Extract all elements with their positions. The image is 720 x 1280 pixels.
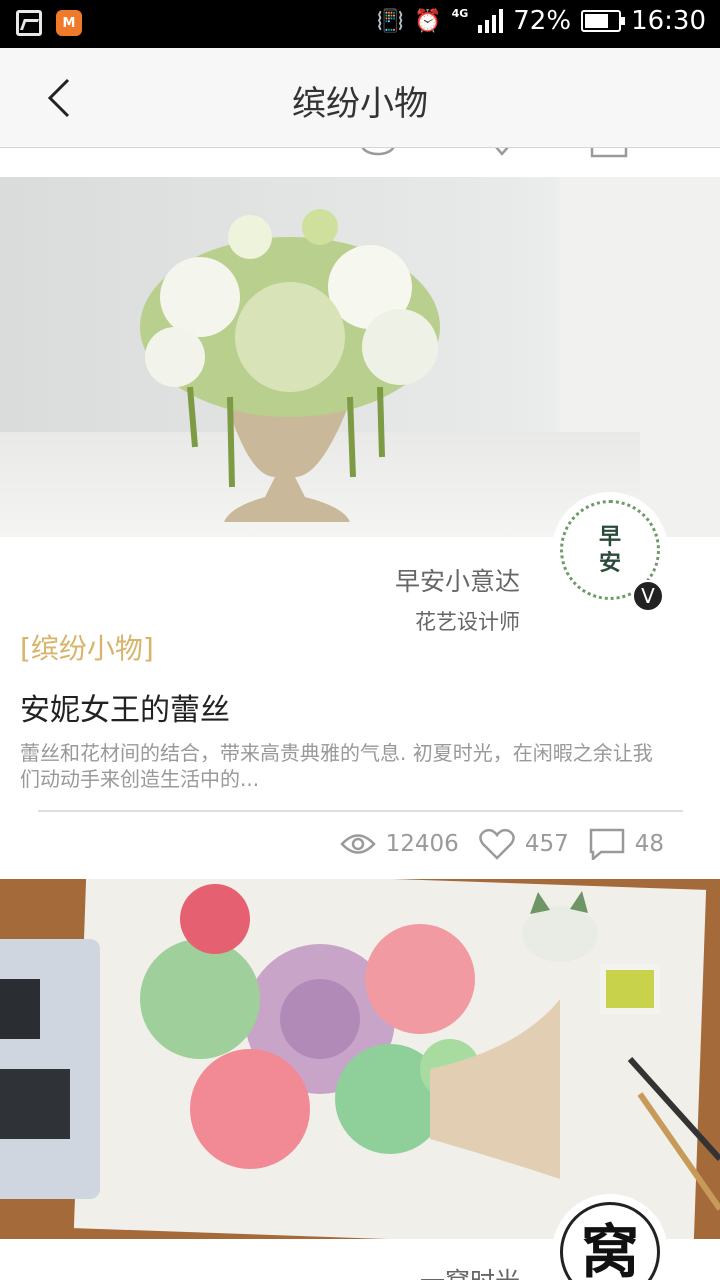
avatar-text: 窝 xyxy=(580,1218,639,1280)
comment-button[interactable]: 48 xyxy=(589,828,664,860)
author-role: 花艺设计师 xyxy=(415,610,520,634)
gallery-icon xyxy=(16,10,42,36)
status-bar: M 📳 ⏰ 4G 72% 16:30 xyxy=(0,0,720,48)
network-type: 4G xyxy=(451,6,469,20)
article-title[interactable]: 安妮女王的蕾丝 xyxy=(20,685,230,729)
comment-icon xyxy=(589,828,624,860)
heart-icon xyxy=(479,828,515,860)
top-app-bar: 缤纷小物 xyxy=(0,48,720,148)
flower-vase-image xyxy=(0,177,720,537)
article-cover-image[interactable] xyxy=(0,879,720,1239)
author-info[interactable]: 一窝时光 xyxy=(420,1262,520,1280)
battery-icon xyxy=(581,10,626,32)
author-name: 早安小意达 xyxy=(394,567,520,596)
view-count-label: 12406 xyxy=(385,831,459,857)
app-icon: M xyxy=(56,10,82,36)
view-count: 12406 xyxy=(339,831,459,857)
verified-badge: V xyxy=(632,580,664,612)
author-name: 一窝时光 xyxy=(420,1262,520,1280)
page-title: 缤纷小物 xyxy=(292,84,428,124)
signal-icon xyxy=(478,9,504,33)
article-excerpt: 蕾丝和花材间的结合，带来高贵典雅的气息. 初夏时光，在闲暇之余让我们动动手来创造… xyxy=(20,741,653,791)
clock: 16:30 xyxy=(631,6,706,36)
avatar-text: 早 xyxy=(598,524,621,550)
article-stats: 12406 457 48 xyxy=(320,828,664,860)
succulent-painting-image xyxy=(0,879,720,1239)
avatar-logo: 窝 xyxy=(560,1202,660,1280)
alarm-icon: ⏰ xyxy=(414,8,442,34)
previous-card-stats xyxy=(350,148,670,160)
eye-icon xyxy=(339,834,376,854)
comment-count-label: 48 xyxy=(634,831,664,857)
article-cover-image[interactable] xyxy=(0,177,720,537)
vibrate-icon: 📳 xyxy=(376,8,405,34)
avatar-text: 安 xyxy=(598,550,621,576)
divider xyxy=(38,810,683,812)
article-category[interactable]: [缤纷小物] xyxy=(20,627,154,667)
battery-percent: 72% xyxy=(513,6,572,36)
like-button[interactable]: 457 xyxy=(479,828,569,860)
author-info[interactable]: 早安小意达 花艺设计师 xyxy=(395,562,520,636)
like-count-label: 457 xyxy=(524,831,569,857)
